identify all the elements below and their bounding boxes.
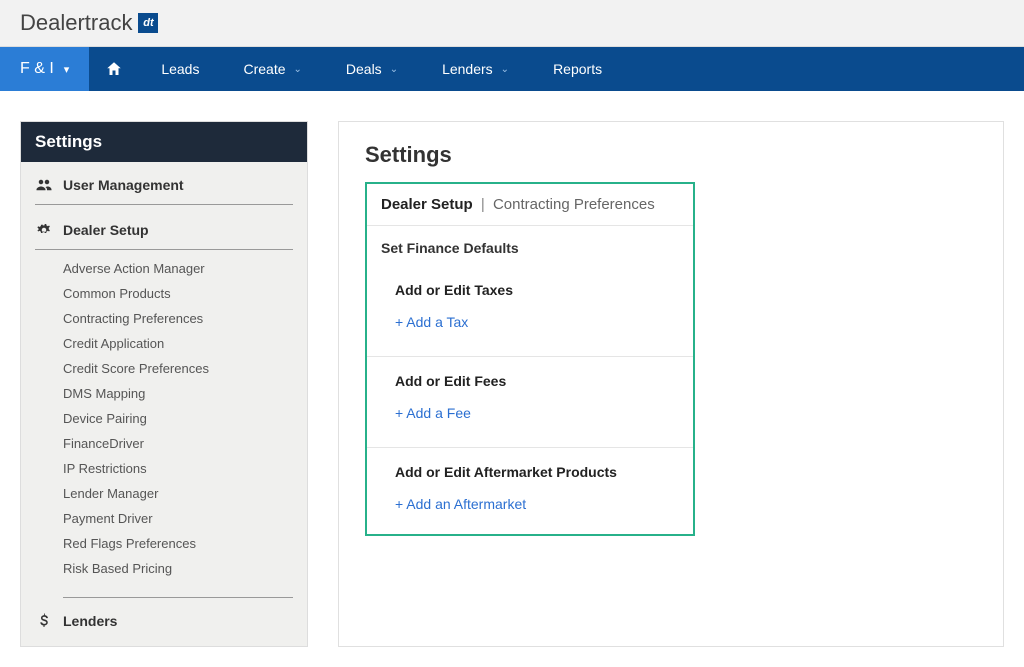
sidebar-item-ip-restrictions[interactable]: IP Restrictions xyxy=(63,456,293,481)
sidebar-section-lenders: Lenders xyxy=(21,598,307,646)
nav-label: Deals xyxy=(346,61,382,77)
sidebar-item-risk-based-pricing[interactable]: Risk Based Pricing xyxy=(63,556,293,581)
nav-items: Leads Create ⌄ Deals ⌄ Lenders ⌄ Reports xyxy=(139,47,624,91)
main-content-wrap: Settings User Management Dealer Setup Ad… xyxy=(0,91,1024,667)
block-title: Add or Edit Fees xyxy=(395,373,679,389)
block-aftermarket: Add or Edit Aftermarket Products + Add a… xyxy=(367,448,693,534)
gears-icon xyxy=(35,221,53,239)
settings-sidebar: Settings User Management Dealer Setup Ad… xyxy=(20,121,308,647)
page-title: Settings xyxy=(365,142,977,168)
divider xyxy=(35,249,293,250)
sidebar-item-device-pairing[interactable]: Device Pairing xyxy=(63,406,293,431)
finance-defaults-heading: Set Finance Defaults xyxy=(367,226,693,266)
breadcrumb-sub: Contracting Preferences xyxy=(493,196,655,213)
block-title: Add or Edit Taxes xyxy=(395,282,679,298)
block-title: Add or Edit Aftermarket Products xyxy=(395,464,679,480)
nav-item-create[interactable]: Create ⌄ xyxy=(221,47,323,91)
users-icon xyxy=(35,176,53,194)
app-header: Dealertrack dt xyxy=(0,0,1024,47)
logo-badge-icon: dt xyxy=(138,13,158,33)
nav-home-button[interactable] xyxy=(89,47,139,91)
nav-brand[interactable]: F & I ▾ xyxy=(0,47,89,91)
main-nav: F & I ▾ Leads Create ⌄ Deals ⌄ Lenders ⌄… xyxy=(0,47,1024,91)
nav-brand-label: F & I xyxy=(20,60,54,78)
add-fee-link[interactable]: + Add a Fee xyxy=(395,405,679,421)
sidebar-dealer-setup-list: Adverse Action Manager Common Products C… xyxy=(35,252,293,591)
breadcrumb: Dealer Setup | Contracting Preferences xyxy=(367,184,693,226)
logo[interactable]: Dealertrack dt xyxy=(20,10,158,36)
divider xyxy=(35,204,293,205)
breadcrumb-main: Dealer Setup xyxy=(381,196,473,213)
sidebar-heading-label: Lenders xyxy=(63,613,117,629)
sidebar-heading-lenders[interactable]: Lenders xyxy=(35,598,293,646)
sidebar-item-credit-application[interactable]: Credit Application xyxy=(63,331,293,356)
breadcrumb-separator: | xyxy=(477,196,489,213)
nav-item-leads[interactable]: Leads xyxy=(139,47,221,91)
block-fees: Add or Edit Fees + Add a Fee xyxy=(367,357,693,448)
sidebar-item-adverse-action[interactable]: Adverse Action Manager xyxy=(63,256,293,281)
nav-label: Leads xyxy=(161,61,199,77)
chevron-down-icon: ⌄ xyxy=(390,64,398,75)
sidebar-item-dms-mapping[interactable]: DMS Mapping xyxy=(63,381,293,406)
nav-item-reports[interactable]: Reports xyxy=(531,47,624,91)
home-icon xyxy=(105,60,123,78)
nav-label: Lenders xyxy=(442,61,493,77)
sidebar-section-user-management: User Management xyxy=(21,162,307,205)
sidebar-item-lender-manager[interactable]: Lender Manager xyxy=(63,481,293,506)
chevron-down-icon: ⌄ xyxy=(294,64,302,75)
contracting-preferences-panel: Dealer Setup | Contracting Preferences S… xyxy=(365,182,695,536)
content-panel: Settings Dealer Setup | Contracting Pref… xyxy=(338,121,1004,647)
sidebar-item-payment-driver[interactable]: Payment Driver xyxy=(63,506,293,531)
chevron-down-icon: ⌄ xyxy=(501,64,509,75)
nav-item-lenders[interactable]: Lenders ⌄ xyxy=(420,47,531,91)
sidebar-section-dealer-setup: Dealer Setup Adverse Action Manager Comm… xyxy=(21,207,307,591)
dollar-icon xyxy=(35,612,53,630)
sidebar-item-financedriver[interactable]: FinanceDriver xyxy=(63,431,293,456)
sidebar-heading-label: User Management xyxy=(63,177,184,193)
chevron-down-icon: ▾ xyxy=(64,63,70,76)
block-taxes: Add or Edit Taxes + Add a Tax xyxy=(367,266,693,357)
nav-item-deals[interactable]: Deals ⌄ xyxy=(324,47,420,91)
nav-label: Create xyxy=(243,61,285,77)
sidebar-item-credit-score-preferences[interactable]: Credit Score Preferences xyxy=(63,356,293,381)
sidebar-item-contracting-preferences[interactable]: Contracting Preferences xyxy=(63,306,293,331)
add-tax-link[interactable]: + Add a Tax xyxy=(395,314,679,330)
add-aftermarket-link[interactable]: + Add an Aftermarket xyxy=(395,496,679,512)
sidebar-heading-dealer-setup[interactable]: Dealer Setup xyxy=(35,207,293,249)
logo-text: Dealertrack xyxy=(20,10,132,36)
sidebar-title: Settings xyxy=(21,122,307,162)
nav-label: Reports xyxy=(553,61,602,77)
sidebar-heading-user-management[interactable]: User Management xyxy=(35,162,293,204)
sidebar-item-common-products[interactable]: Common Products xyxy=(63,281,293,306)
sidebar-heading-label: Dealer Setup xyxy=(63,222,149,238)
sidebar-item-red-flags-preferences[interactable]: Red Flags Preferences xyxy=(63,531,293,556)
